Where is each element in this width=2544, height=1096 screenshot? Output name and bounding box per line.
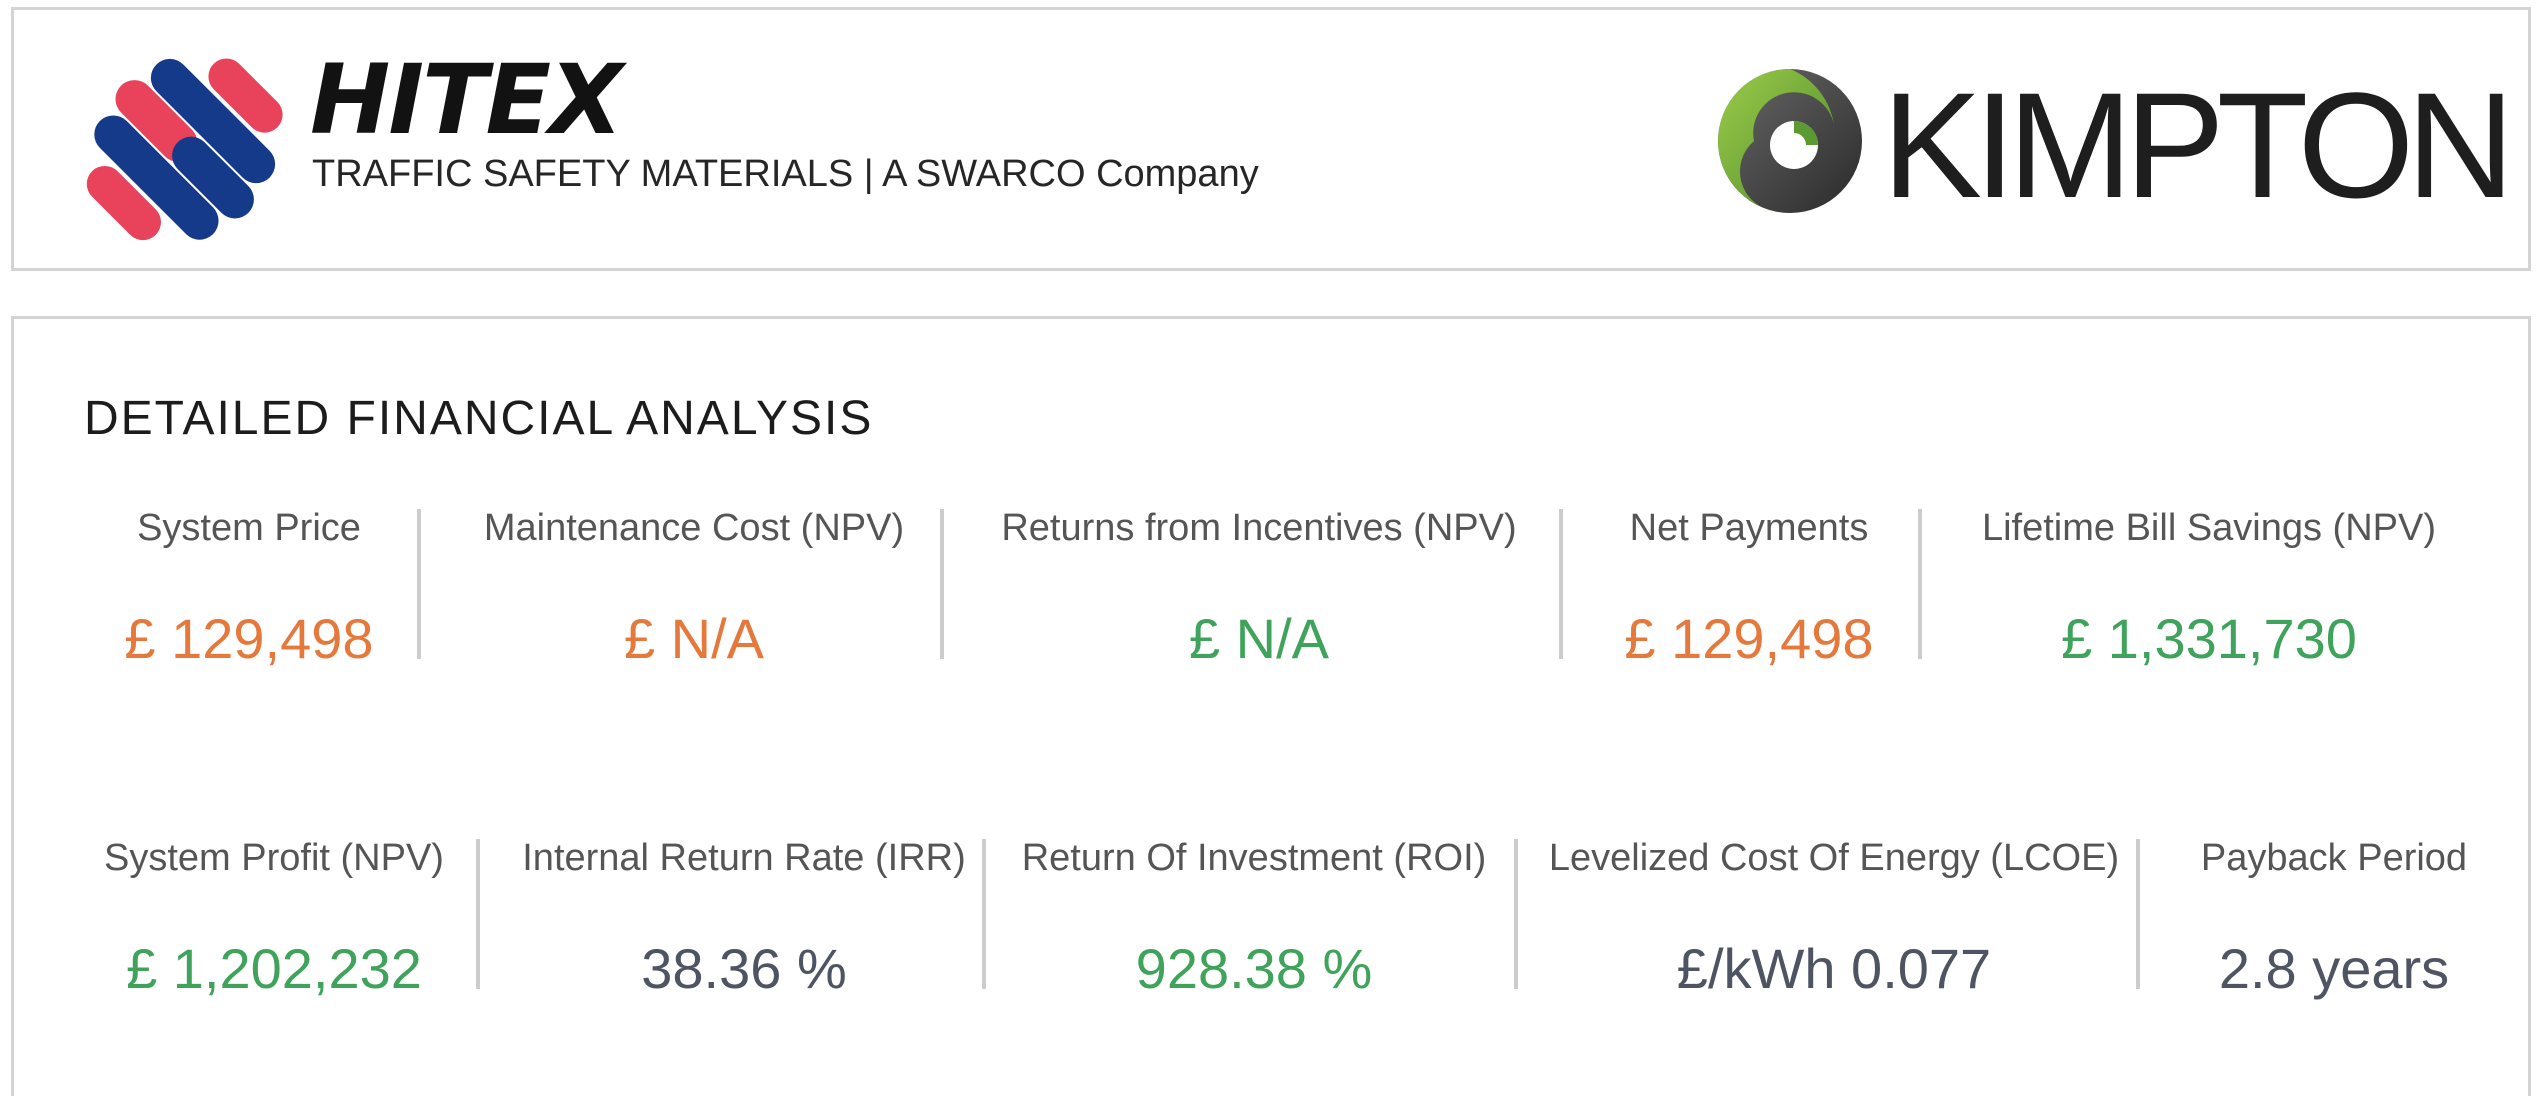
metric-value: 928.38 % xyxy=(1135,937,1373,1000)
metric-maintenance-cost: Maintenance Cost (NPV) £ N/A xyxy=(459,507,929,667)
kimpton-logo-icon xyxy=(1718,69,1862,213)
metric-label: Net Payments xyxy=(1629,507,1869,549)
metric-divider xyxy=(417,509,421,659)
metric-divider xyxy=(2136,839,2140,989)
metric-label: Internal Return Rate (IRR) xyxy=(522,837,966,879)
metric-label: Payback Period xyxy=(2200,837,2468,879)
metric-payback-period: Payback Period 2.8 years xyxy=(2164,837,2504,997)
metric-divider xyxy=(1559,509,1563,659)
metric-divider xyxy=(1514,839,1518,989)
metric-value: £/kWh 0.077 xyxy=(1676,937,1992,1000)
metric-net-payments: Net Payments £ 129,498 xyxy=(1594,507,1904,667)
metrics-row-2: System Profit (NPV) £ 1,202,232 Internal… xyxy=(14,839,2528,1009)
metric-roi: Return Of Investment (ROI) 928.38 % xyxy=(1009,837,1499,997)
metric-label: Levelized Cost Of Energy (LCOE) xyxy=(1548,837,2120,879)
metric-label: Returns from Incentives (NPV) xyxy=(1001,507,1517,549)
metric-divider xyxy=(1918,509,1922,659)
metric-system-profit: System Profit (NPV) £ 1,202,232 xyxy=(79,837,469,997)
metric-value: £ N/A xyxy=(623,607,765,670)
metric-irr: Internal Return Rate (IRR) 38.36 % xyxy=(509,837,979,997)
metric-label: System Profit (NPV) xyxy=(104,837,444,879)
metric-label: Return Of Investment (ROI) xyxy=(1021,837,1487,879)
metric-label: Maintenance Cost (NPV) xyxy=(483,507,905,549)
metric-returns-incentives: Returns from Incentives (NPV) £ N/A xyxy=(979,507,1539,667)
metric-value: £ 129,498 xyxy=(1624,607,1874,670)
metric-divider xyxy=(940,509,944,659)
hitex-tagline: TRAFFIC SAFETY MATERIALS | A SWARCO Comp… xyxy=(312,153,1259,195)
metrics-row-1: System Price £ 129,498 Maintenance Cost … xyxy=(14,509,2528,679)
metric-lifetime-bill-savings: Lifetime Bill Savings (NPV) £ 1,331,730 xyxy=(1944,507,2474,667)
section-title: DETAILED FINANCIAL ANALYSIS xyxy=(84,392,874,445)
header-card: HITEX TRAFFIC SAFETY MATERIALS | A SWARC… xyxy=(11,7,2531,271)
metric-label: Lifetime Bill Savings (NPV) xyxy=(1981,507,2437,549)
hitex-logo-icon xyxy=(86,58,283,241)
metric-value: £ N/A xyxy=(1188,607,1330,670)
metric-lcoe: Levelized Cost Of Energy (LCOE) £/kWh 0.… xyxy=(1539,837,2129,997)
metric-value: £ 1,331,730 xyxy=(2061,607,2357,670)
metric-value: £ 1,202,232 xyxy=(126,937,422,1000)
metric-label: System Price xyxy=(137,507,361,549)
metric-divider xyxy=(476,839,480,989)
hitex-brand-name: HITEX xyxy=(310,44,623,156)
metric-value: £ 129,498 xyxy=(124,607,374,670)
kimpton-brand-name: KIMPTON xyxy=(1882,61,2515,229)
metric-system-price: System Price £ 129,498 xyxy=(104,507,394,667)
financial-analysis-card: DETAILED FINANCIAL ANALYSIS System Price… xyxy=(11,316,2531,1096)
metric-value: 38.36 % xyxy=(641,937,847,1000)
metric-value: 2.8 years xyxy=(2218,937,2450,1000)
metric-divider xyxy=(982,839,986,989)
